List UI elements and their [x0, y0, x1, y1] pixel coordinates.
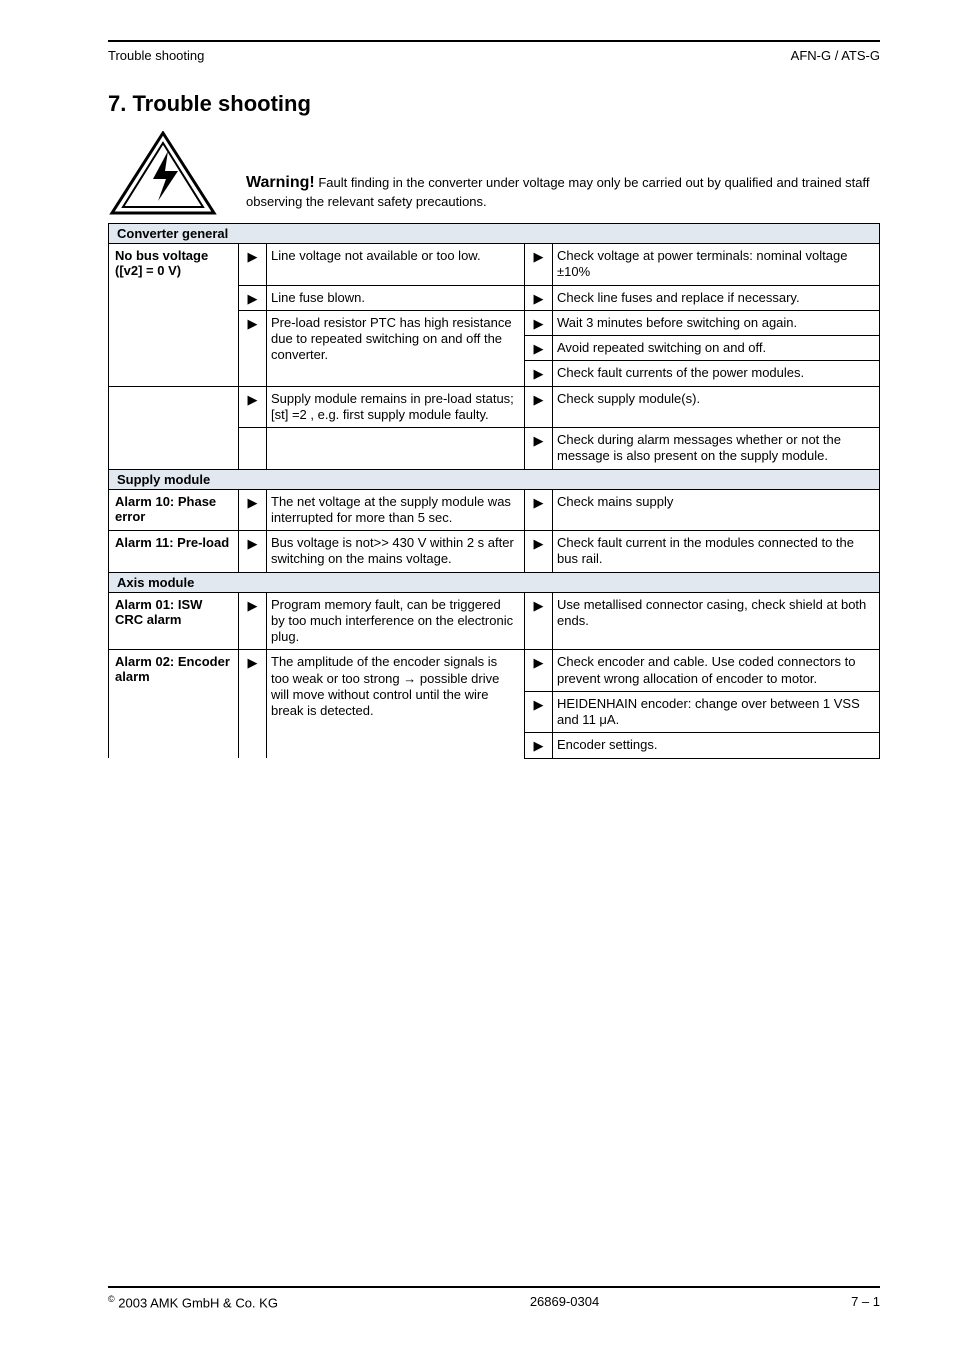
troubleshooting-table: Converter general No bus voltage ([v2] =…	[108, 223, 880, 759]
category-label: Converter general	[109, 224, 880, 244]
triangle-right-icon: ▶	[534, 536, 544, 551]
header-left: Trouble shooting	[108, 48, 204, 63]
remedy-cell: Check fault current in the modules conne…	[553, 531, 880, 573]
fault-cell: Alarm 10: Phase error	[109, 489, 239, 531]
remedy-cell: Avoid repeated switching on and off.	[553, 336, 880, 361]
header-right: AFN-G / ATS-G	[791, 48, 880, 63]
remedy-cell: Wait 3 minutes before switching on again…	[553, 310, 880, 335]
cause-cell: Line voltage not available or too low.	[267, 244, 525, 286]
cause-cell	[267, 428, 525, 470]
page-header: Trouble shooting AFN-G / ATS-G	[108, 48, 880, 63]
triangle-right-icon: ▶	[534, 433, 544, 448]
table-category-row: Converter general	[109, 224, 880, 244]
copyright-icon: ©	[108, 1294, 115, 1304]
table-row: ▶ Check during alarm messages whether or…	[109, 428, 880, 470]
cause-cell: Bus voltage is not>> 430 V within 2 s af…	[267, 531, 525, 573]
fault-cell: Alarm 01: ISW CRC alarm	[109, 592, 239, 650]
category-label: Axis module	[109, 572, 880, 592]
fault-cell: Alarm 02: Encoder alarm	[109, 650, 239, 758]
footer-left: © 2003 AMK GmbH & Co. KG	[108, 1294, 278, 1310]
triangle-right-icon: ▶	[534, 655, 544, 670]
warning-text: Warning! Fault finding in the converter …	[246, 173, 880, 217]
fault-cell	[109, 386, 239, 428]
warning-block: Warning! Fault finding in the converter …	[108, 131, 880, 217]
remedy-cell: Check supply module(s).	[553, 386, 880, 428]
triangle-right-icon: ▶	[248, 316, 258, 331]
table-row: ▶ Line fuse blown. ▶ Check line fuses an…	[109, 285, 880, 310]
remedy-cell: Encoder settings.	[553, 733, 880, 758]
fault-cell: No bus voltage ([v2] = 0 V)	[109, 244, 239, 286]
fault-cell	[109, 285, 239, 310]
cause-cell: Pre-load resistor PTC has high resistanc…	[267, 310, 525, 385]
triangle-right-icon: ▶	[248, 536, 258, 551]
table-row: No bus voltage ([v2] = 0 V) ▶ Line volta…	[109, 244, 880, 286]
triangle-right-icon: ▶	[534, 341, 544, 356]
cause-cell: The amplitude of the encoder signals is …	[267, 650, 525, 758]
fault-cell	[109, 428, 239, 470]
table-row: Alarm 01: ISW CRC alarm ▶ Program memory…	[109, 592, 880, 650]
remedy-cell: Check mains supply	[553, 489, 880, 531]
triangle-right-icon: ▶	[534, 392, 544, 407]
cause-cell: Supply module remains in pre-load status…	[267, 386, 525, 428]
triangle-right-icon: ▶	[534, 366, 544, 381]
remedy-cell: Check during alarm messages whether or n…	[553, 428, 880, 470]
triangle-right-icon: ▶	[248, 655, 258, 670]
remedy-cell: Check voltage at power terminals: nomina…	[553, 244, 880, 286]
warning-label: Warning!	[246, 174, 315, 191]
cause-cell: Program memory fault, can be triggered b…	[267, 592, 525, 650]
footer-mid: 26869-0304	[530, 1294, 599, 1310]
table-row: Alarm 02: Encoder alarm ▶ The amplitude …	[109, 650, 880, 692]
triangle-right-icon: ▶	[248, 598, 258, 613]
triangle-right-icon: ▶	[248, 291, 258, 306]
category-label: Supply module	[109, 469, 880, 489]
table-category-row: Axis module	[109, 572, 880, 592]
table-row: ▶ Supply module remains in pre-load stat…	[109, 386, 880, 428]
triangle-right-icon: ▶	[534, 495, 544, 510]
triangle-right-icon: ▶	[534, 316, 544, 331]
footer-right: 7 – 1	[851, 1294, 880, 1310]
table-row: Alarm 11: Pre-load ▶ Bus voltage is not>…	[109, 531, 880, 573]
triangle-right-icon: ▶	[534, 598, 544, 613]
remedy-cell: Check line fuses and replace if necessar…	[553, 285, 880, 310]
high-voltage-warning-icon	[108, 131, 218, 217]
triangle-right-icon: ▶	[534, 291, 544, 306]
remedy-cell: Check fault currents of the power module…	[553, 361, 880, 386]
fault-cell	[109, 310, 239, 385]
table-category-row: Supply module	[109, 469, 880, 489]
triangle-right-icon: ▶	[248, 249, 258, 264]
fault-cell: Alarm 11: Pre-load	[109, 531, 239, 573]
remedy-cell: HEIDENHAIN encoder: change over between …	[553, 691, 880, 733]
triangle-right-icon: ▶	[248, 495, 258, 510]
cause-cell: The net voltage at the supply module was…	[267, 489, 525, 531]
triangle-right-icon: ▶	[534, 249, 544, 264]
triangle-right-icon: ▶	[248, 392, 258, 407]
warning-body: Fault finding in the converter under vol…	[246, 175, 870, 209]
triangle-right-icon: ▶	[534, 738, 544, 753]
table-row: Alarm 10: Phase error ▶ The net voltage …	[109, 489, 880, 531]
triangle-right-icon: ▶	[534, 697, 544, 712]
page-footer: © 2003 AMK GmbH & Co. KG 26869-0304 7 – …	[108, 1286, 880, 1310]
cause-cell: Line fuse blown.	[267, 285, 525, 310]
remedy-cell: Check encoder and cable. Use coded conne…	[553, 650, 880, 692]
remedy-cell: Use metallised connector casing, check s…	[553, 592, 880, 650]
table-row: ▶ Pre-load resistor PTC has high resista…	[109, 310, 880, 335]
section-title: 7. Trouble shooting	[108, 91, 880, 117]
